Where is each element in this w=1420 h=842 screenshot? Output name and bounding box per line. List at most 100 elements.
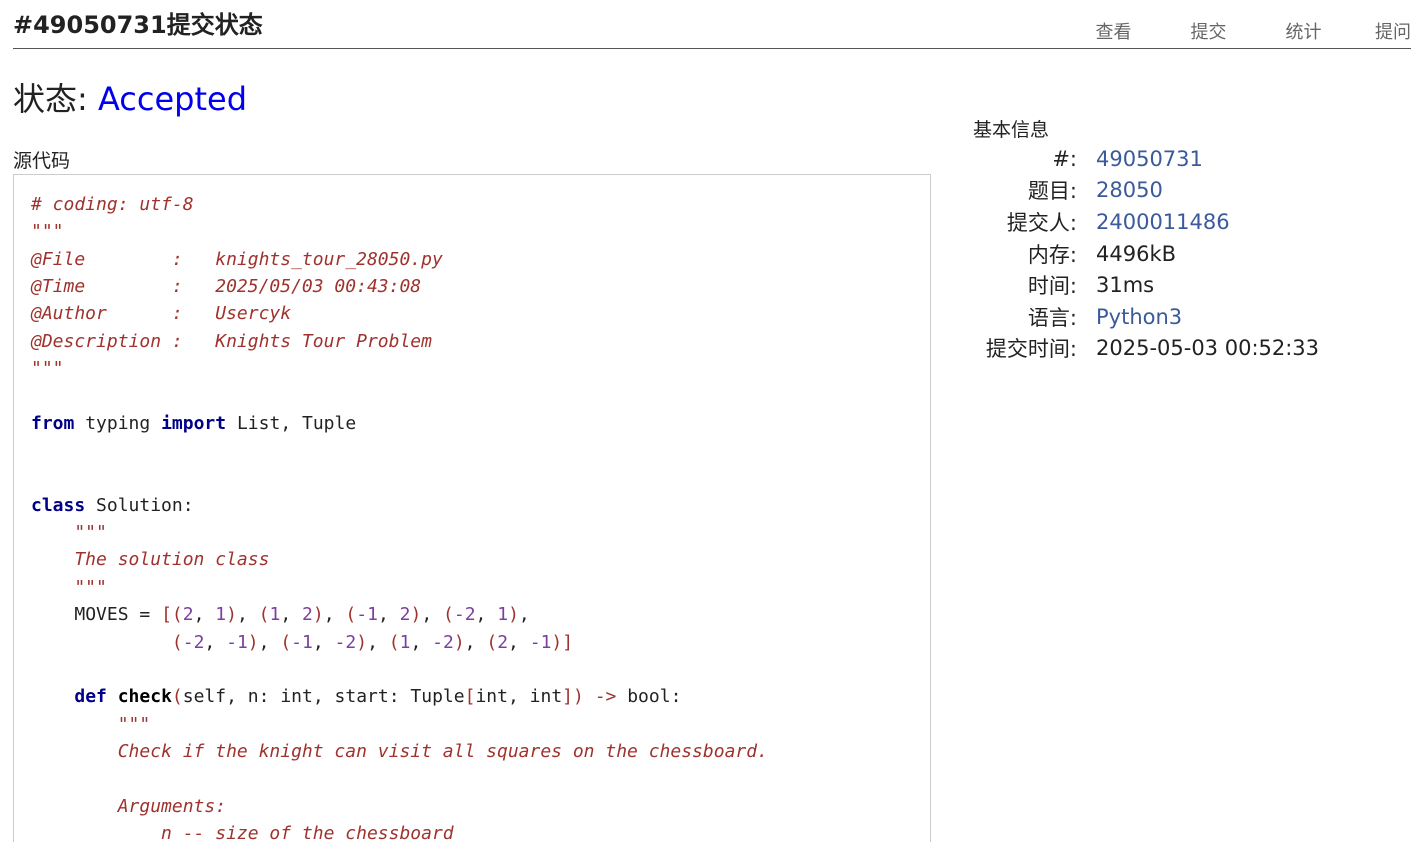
code-token: , [312,686,324,708]
code-token: , [323,604,335,626]
code-number: 2 [399,604,411,626]
code-token: typing [85,412,151,434]
code-line: # coding: utf-8 [31,194,194,215]
code-line: """ [31,714,151,735]
code-line: @Time : 2025/05/03 00:43:08 [31,276,421,297]
info-row-submit-time: 提交时间: 2025-05-03 00:52:33 [973,333,1319,365]
code-token: = [139,604,151,626]
info-row-id: #: 49050731 [973,143,1319,175]
info-label-memory: 内存: [1027,242,1077,267]
code-punctuation: ) [453,631,465,653]
page-title: #49050731提交状态 [13,11,263,39]
code-keyword: class [31,494,86,516]
code-line: """ [31,522,107,543]
code-line: (-2, -1), (-1, -2), (1, -2), (2, -1)] [31,632,573,653]
code-number: 1 [215,604,227,626]
header: #49050731提交状态 查看 提交 统计 提问 [13,0,1411,49]
info-row-submitter: 提交人: 2400011486 [973,206,1319,238]
code-number: -2 [453,604,476,626]
code-line: @File : knights_tour_28050.py [31,249,443,270]
code-docstring: """ [31,576,107,598]
nav-bar: 查看 提交 统计 提问 [1066,18,1412,44]
code-line: MOVES = [(2, 1), (1, 2), (-1, 2), (-2, 1… [31,604,529,626]
info-label-language: 语言: [1027,305,1077,330]
code-token: , [204,631,216,653]
code-token: , [508,631,519,653]
code-punctuation: ( [345,604,357,626]
code-punctuation: ) [226,604,237,626]
code-docstring: @Description : Knights Tour Problem [31,330,432,352]
code-token: , [226,686,237,708]
code-number: -1 [356,604,378,626]
code-number: -1 [226,631,248,653]
nav-view-link[interactable]: 查看 [1066,18,1161,44]
code-token: bool [627,686,671,708]
code-token: n [247,686,259,708]
code-token: : [670,686,682,708]
code-punctuation: ( [443,604,454,626]
code-token: , [280,412,292,434]
info-row-language: 语言: Python3 [973,301,1319,333]
code-token: , [507,686,519,708]
info-table: #: 49050731 题目: 28050 提交人: 2400011486 内存: 4496k… [973,143,1319,364]
code-token: : [388,686,400,708]
info-value-id[interactable]: 49050731 [1096,147,1203,171]
status-label: 状态: [13,80,88,118]
info-value-problem[interactable]: 28050 [1096,178,1163,202]
code-docstring: @Author : Usercyk [31,303,292,325]
code-token: , [475,604,487,626]
nav-ask-link[interactable]: 提问 [1351,18,1411,44]
code-line: The solution class [31,549,269,570]
code-token: Tuple [302,412,357,434]
code-token: Tuple [410,686,465,708]
code-token: int [475,686,508,708]
code-token: : [258,686,270,708]
code-punctuation: ) [573,686,584,708]
code-comment: # coding: utf-8 [31,194,194,215]
code-line: Check if the knight can visit all square… [31,741,768,762]
code-number: 1 [269,604,281,626]
code-punctuation: -> [594,686,617,708]
info-row-problem: 题目: 28050 [973,175,1319,207]
submission-status-page: #49050731提交状态 查看 提交 统计 提问 状态: Accepted 源… [0,0,1420,842]
info-value-submit-time: 2025-05-03 00:52:33 [1096,336,1320,361]
code-docstring: n -- size of the chessboard [31,822,454,842]
code-number: -1 [291,631,313,653]
source-code: # coding: utf-8 """ @File : knights_tour… [31,191,768,842]
info-value-language[interactable]: Python3 [1096,305,1182,329]
code-docstring: """ [31,522,107,544]
info-value-submitter[interactable]: 2400011486 [1096,210,1230,234]
info-label-submit-time: 提交时间: [985,337,1077,362]
code-number: 1 [399,631,411,653]
code-number: -2 [432,631,454,653]
code-punctuation: ( [258,604,270,626]
code-number: 2 [302,604,313,626]
nav-submit-link[interactable]: 提交 [1161,18,1256,44]
nav-statistics-link[interactable]: 统计 [1256,18,1351,44]
source-code-box[interactable]: # coding: utf-8 """ @File : knights_tour… [13,174,931,842]
code-token: , [258,631,270,653]
info-label-id: #: [1052,146,1077,171]
code-docstring: @File : knights_tour_28050.py [31,248,443,270]
code-punctuation: ( [171,631,183,653]
code-token: , [464,631,476,653]
